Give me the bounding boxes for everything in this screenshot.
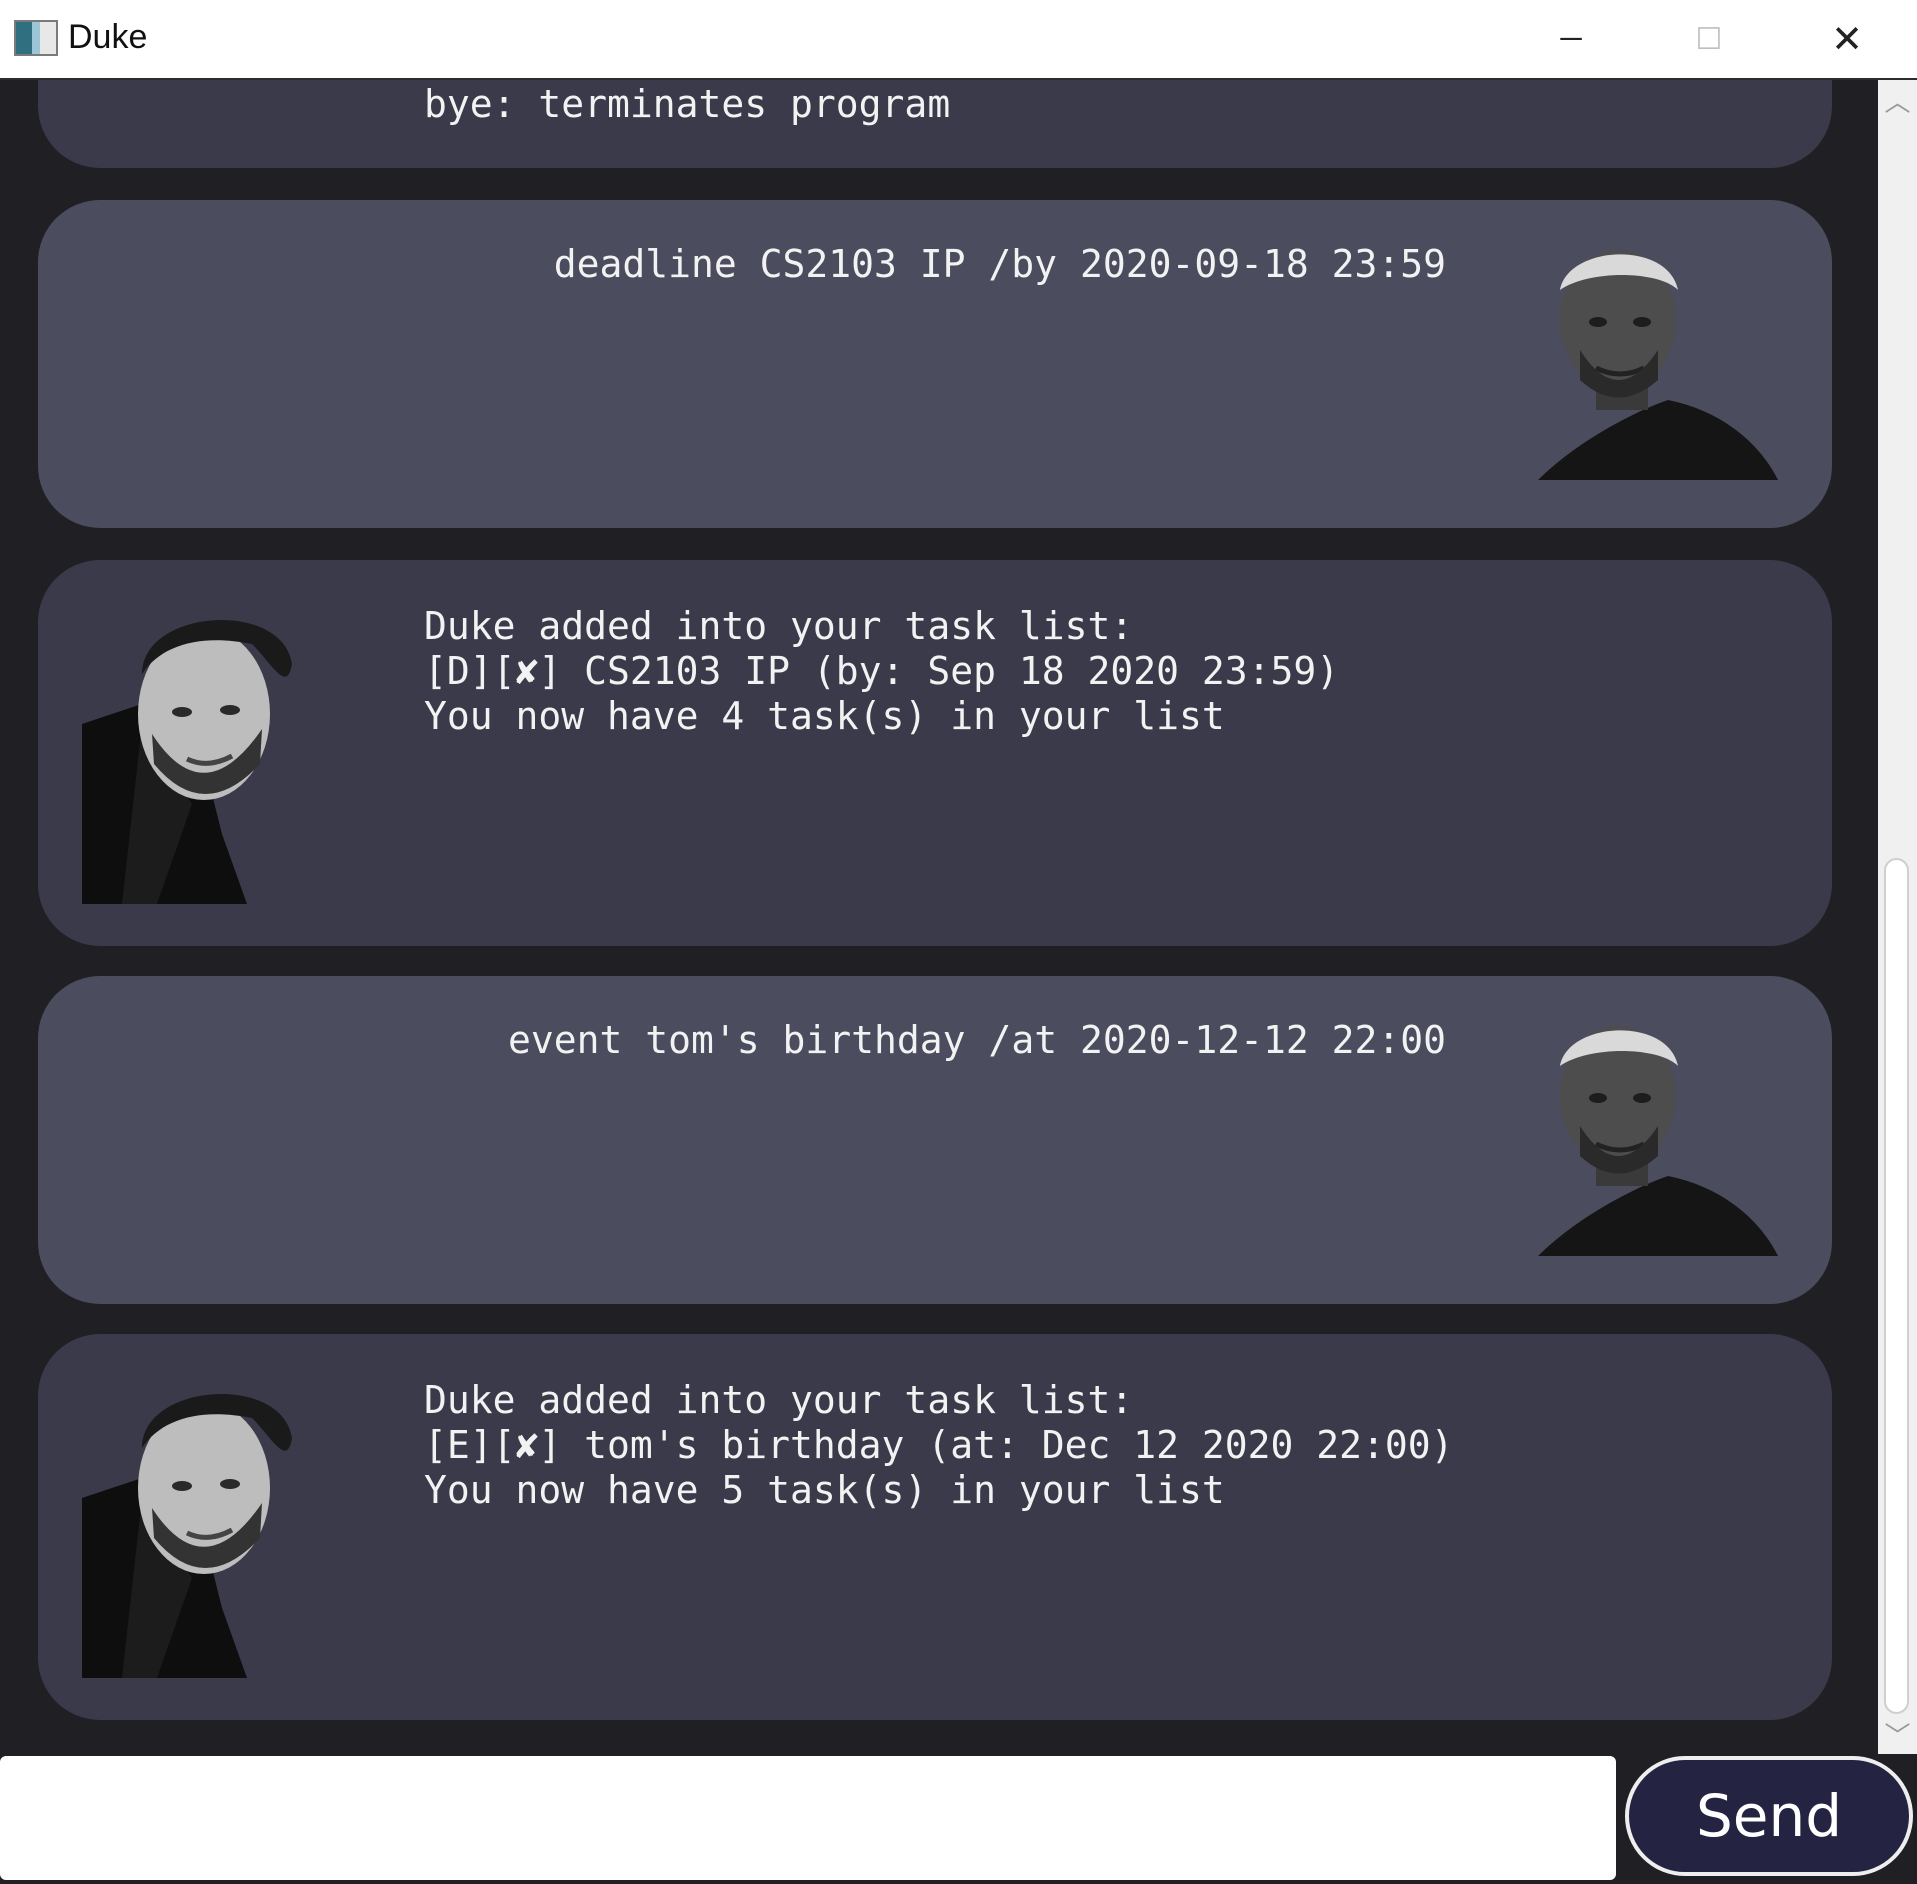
user-avatar-image-icon [1538,250,1778,480]
minimize-button[interactable]: ─ [1503,0,1639,78]
duke-message-text: Duke added into your task list: [E][✘] t… [424,1378,1454,1512]
user-message-text: event tom's birthday /at 2020-12-12 22:0… [508,1018,1446,1062]
duke-message-text: Duke added into your task list: [D][✘] C… [424,604,1340,738]
duke-avatar [82,604,292,904]
scroll-thumb[interactable] [1884,858,1909,1714]
duke-avatar-image-icon [82,619,292,904]
input-bar: Send [0,1754,1917,1884]
duke-dialog-bubble: Duke added into your task list: [D][✘] C… [38,560,1832,946]
app-icon [14,20,58,56]
user-avatar [1518,1016,1778,1256]
scroll-down-arrow-icon[interactable]: ﹀ [1878,1714,1917,1754]
dialog-container: bye: terminates program deadline CS2103 … [0,80,1878,1754]
user-avatar [1518,240,1778,480]
title-bar: Duke ─ ☐ ✕ [0,0,1917,80]
send-button[interactable]: Send [1625,1756,1913,1876]
user-dialog-bubble: deadline CS2103 IP /by 2020-09-18 23:59 [38,200,1832,528]
window-title: Duke [68,18,148,56]
duke-dialog-bubble: Duke added into your task list: [E][✘] t… [38,1334,1832,1720]
duke-message-text: bye: terminates program [424,82,951,126]
maximize-button[interactable]: ☐ [1641,0,1777,78]
close-button[interactable]: ✕ [1779,0,1915,78]
scroll-up-arrow-icon[interactable]: ︿ [1878,80,1917,120]
user-message-text: deadline CS2103 IP /by 2020-09-18 23:59 [553,242,1446,286]
user-avatar-image-icon [1538,1026,1778,1256]
duke-avatar [82,1378,292,1678]
duke-avatar-image-icon [82,1393,292,1678]
vertical-scrollbar[interactable]: ︿ ﹀ [1878,80,1917,1754]
duke-dialog-bubble: bye: terminates program [38,80,1832,168]
user-dialog-bubble: event tom's birthday /at 2020-12-12 22:0… [38,976,1832,1304]
user-input-field[interactable] [0,1756,1616,1880]
